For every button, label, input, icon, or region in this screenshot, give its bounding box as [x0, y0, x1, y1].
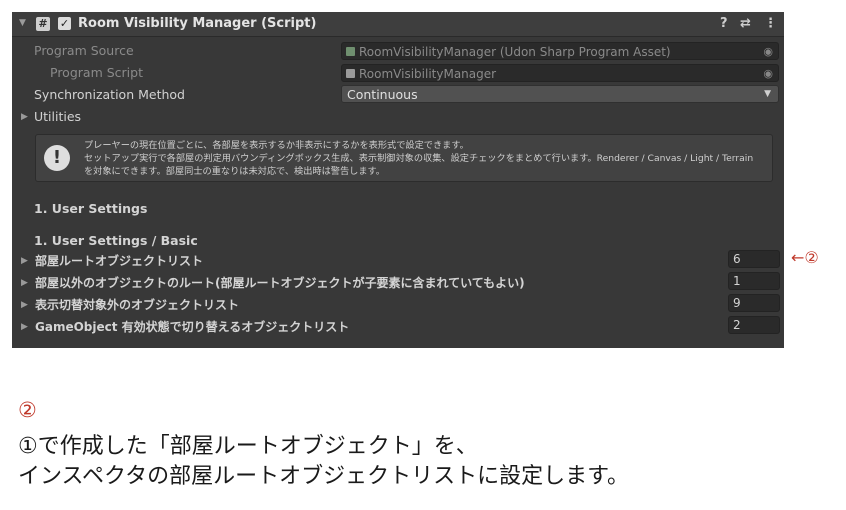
- help-box: ! プレーヤーの現在位置ごとに、各部屋を表示するか非表示にするかを表形式で設定で…: [35, 134, 773, 182]
- section-user-settings: 1. User Settings: [34, 201, 148, 216]
- chevron-down-icon: ▼: [764, 89, 771, 99]
- room-root-list[interactable]: 部屋ルートオブジェクトリスト: [35, 252, 203, 269]
- section-user-settings-basic: 1. User Settings / Basic: [34, 233, 198, 248]
- object-picker-icon[interactable]: ◉: [763, 65, 773, 83]
- gameobject-toggle-list[interactable]: GameObject 有効状態で切り替えるオブジェクトリスト: [35, 318, 349, 335]
- program-source-field[interactable]: RoomVisibilityManager (Udon Sharp Progra…: [341, 42, 779, 60]
- annotation-line-1: ①で作成した「部屋ルートオブジェクト」を、: [18, 434, 478, 459]
- menu-icon[interactable]: ⋮: [764, 16, 777, 31]
- sync-method-dropdown[interactable]: Continuous ▼: [341, 85, 779, 103]
- component-header[interactable]: ▼ # ✓ Room Visibility Manager (Script) ?…: [12, 12, 784, 37]
- gameobject-toggle-list-count[interactable]: 2: [728, 316, 780, 334]
- annotation-number: ②: [18, 398, 37, 422]
- script-icon: [346, 69, 355, 78]
- utilities-foldout[interactable]: Utilities: [34, 109, 81, 124]
- annotation-arrow: ←②: [791, 248, 819, 267]
- excluded-object-list[interactable]: 表示切替対象外のオブジェクトリスト: [35, 296, 239, 313]
- component-title: Room Visibility Manager (Script): [78, 16, 317, 31]
- program-source-label: Program Source: [34, 43, 134, 58]
- excluded-object-list-count[interactable]: 9: [728, 294, 780, 312]
- foldout-arrow-icon[interactable]: ▼: [19, 18, 26, 28]
- info-icon: !: [44, 145, 70, 171]
- settings-icon[interactable]: ⇄: [740, 16, 751, 31]
- program-script-field[interactable]: RoomVisibilityManager ◉: [341, 64, 779, 82]
- non-room-root-list-count[interactable]: 1: [728, 272, 780, 290]
- room-root-list-count[interactable]: 6: [728, 250, 780, 268]
- utilities-foldout-icon[interactable]: ▶: [21, 112, 28, 122]
- asset-icon: [346, 47, 355, 56]
- program-script-label: Program Script: [50, 65, 143, 80]
- annotation-line-2: インスペクタの部屋ルートオブジェクトリストに設定します。: [18, 464, 629, 489]
- list-foldout-icon[interactable]: ▶: [21, 300, 28, 310]
- non-room-root-list[interactable]: 部屋以外のオブジェクトのルート(部屋ルートオブジェクトが子要素に含まれていてもよ…: [35, 274, 525, 291]
- help-icon[interactable]: ?: [720, 16, 728, 31]
- list-foldout-icon[interactable]: ▶: [21, 322, 28, 332]
- enabled-checkbox[interactable]: ✓: [58, 17, 71, 30]
- help-text: プレーヤーの現在位置ごとに、各部屋を表示するか非表示にするかを表形式で設定できま…: [84, 140, 754, 177]
- inspector-panel: ▼ # ✓ Room Visibility Manager (Script) ?…: [12, 12, 784, 348]
- sync-method-label: Synchronization Method: [34, 87, 185, 102]
- list-foldout-icon[interactable]: ▶: [21, 256, 28, 266]
- script-hash-icon: #: [36, 17, 50, 31]
- object-picker-icon[interactable]: ◉: [763, 43, 773, 61]
- list-foldout-icon[interactable]: ▶: [21, 278, 28, 288]
